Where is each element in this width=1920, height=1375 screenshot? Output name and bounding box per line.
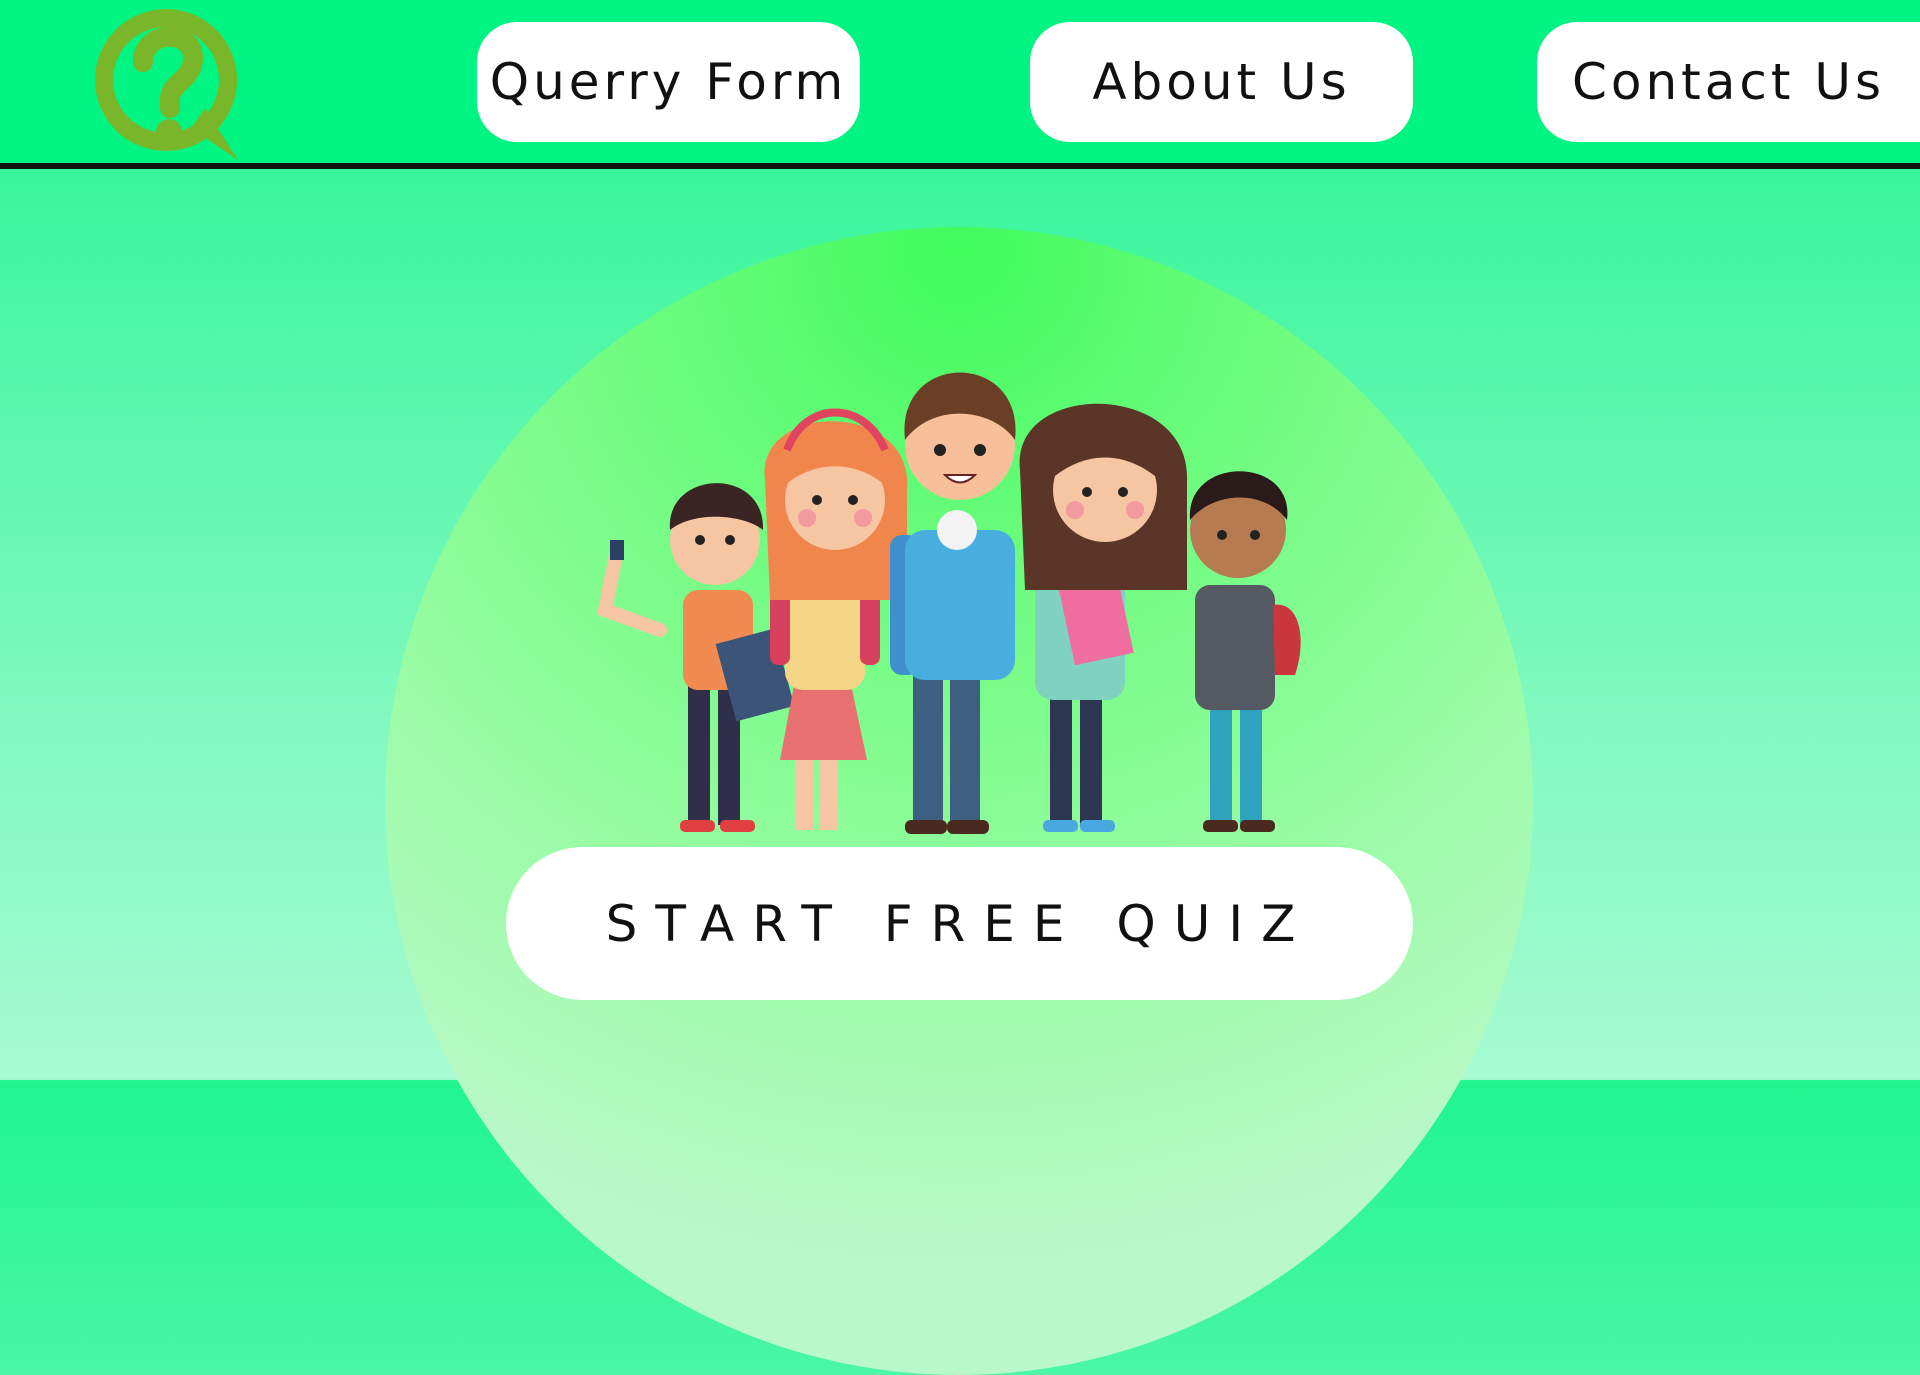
start-free-quiz-button[interactable]: START FREE QUIZ [506, 847, 1413, 1000]
top-header: Querry Form About Us Contact Us [0, 0, 1920, 169]
students-group-illustration [596, 372, 1301, 834]
question-bubble-icon[interactable] [93, 0, 253, 163]
kid-1-figure [596, 483, 795, 832]
kid-5-figure [1189, 471, 1301, 832]
kid-4-figure [1019, 403, 1188, 832]
kid-3-figure [890, 372, 1016, 834]
nav-contact-us-button[interactable]: Contact Us [1537, 22, 1920, 142]
nav-querry-form-button[interactable]: Querry Form [477, 22, 860, 142]
kid-2-figure [764, 408, 908, 830]
nav-about-us-button[interactable]: About Us [1030, 22, 1413, 142]
